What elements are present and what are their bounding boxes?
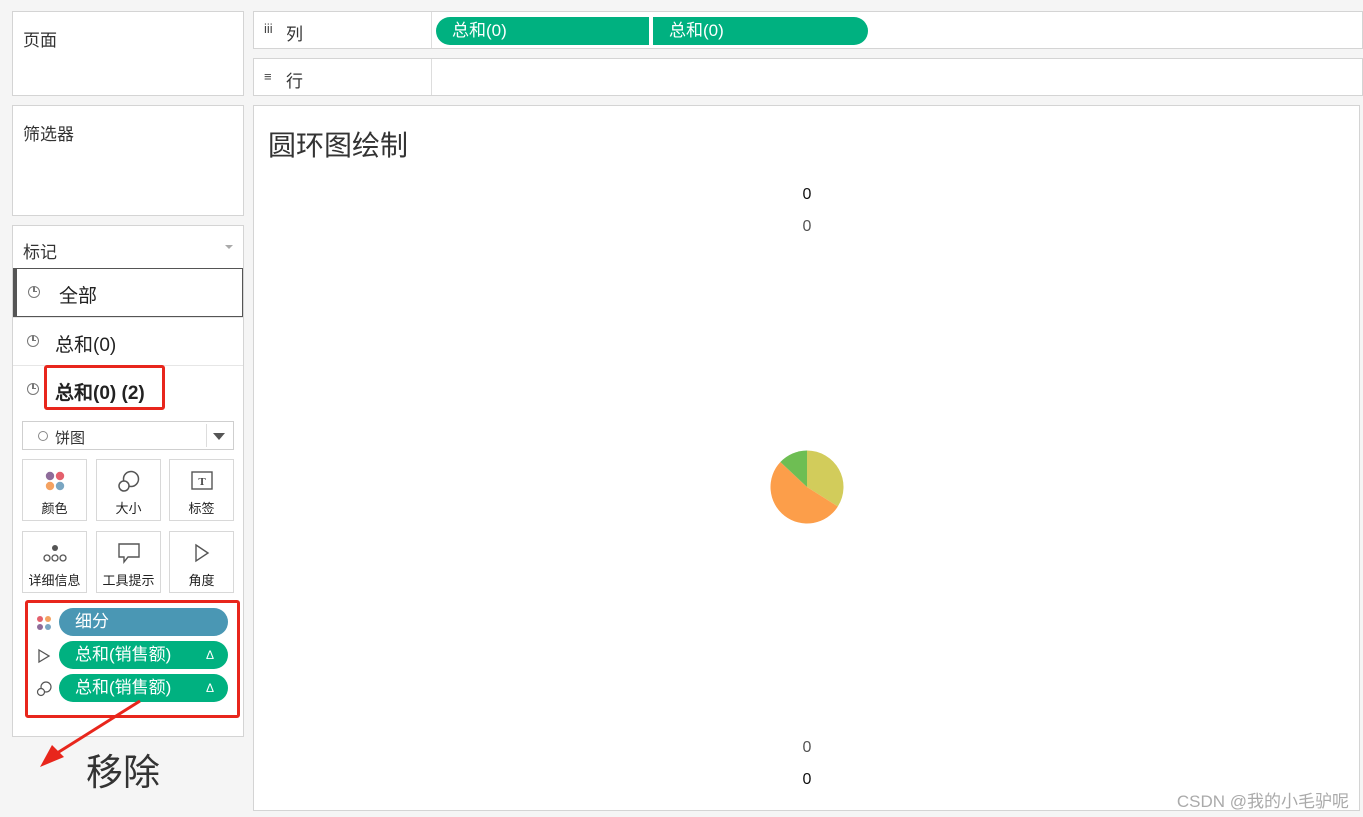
tooltip-tile-label: 工具提示: [102, 573, 155, 588]
watermark: CSDN @我的小毛驴呢: [1176, 792, 1349, 811]
marks-row-all[interactable]: 全部: [13, 268, 243, 317]
columns-label: 列: [286, 25, 303, 44]
chevron-down-icon[interactable]: [213, 433, 225, 440]
marks-menu-caret-icon[interactable]: [225, 245, 233, 249]
view-canvas[interactable]: 圆环图绘制 0 0 0 0: [253, 105, 1360, 811]
color-icon: [45, 471, 64, 491]
remove-annotation: 移除: [86, 752, 160, 793]
column-pill-sum-1[interactable]: 总和(0): [436, 17, 649, 45]
label-tile-label: 标签: [188, 501, 215, 516]
pages-card: 页面: [12, 11, 244, 96]
detail-icon: [42, 545, 67, 562]
size-tile-label: 大小: [115, 501, 142, 516]
tooltip-tile[interactable]: 工具提示: [96, 531, 161, 593]
rows-icon: ≡: [264, 69, 272, 84]
filters-card-title: 筛选器: [23, 125, 74, 144]
angle-tile[interactable]: 角度: [169, 531, 234, 593]
rows-shelf-label: ≡ 行: [254, 59, 432, 95]
pie-icon: [27, 383, 39, 395]
pie-icon: [28, 286, 40, 298]
pie-icon: [27, 335, 39, 347]
label-tile[interactable]: T 标签: [169, 459, 234, 521]
marks-card-title: 标记: [23, 243, 57, 262]
filters-card[interactable]: 筛选器: [12, 105, 244, 216]
pill-label: 总和(0): [669, 21, 724, 40]
marks-row-label: 全部: [59, 286, 98, 307]
label-icon: T: [190, 471, 213, 490]
svg-text:T: T: [198, 476, 206, 488]
pie-chart[interactable]: [769, 449, 845, 525]
mark-type-value: 饼图: [55, 430, 86, 447]
tooltip-icon: [117, 543, 140, 564]
mark-type-select[interactable]: 饼图: [22, 421, 234, 450]
color-tile-label: 颜色: [41, 501, 68, 516]
angle-tile-label: 角度: [188, 573, 215, 588]
rows-shelf[interactable]: ≡ 行: [253, 58, 1363, 96]
angle-icon: [194, 543, 209, 563]
marks-row-sum-1[interactable]: 总和(0): [13, 317, 243, 365]
bottom-label-1: 0: [802, 739, 812, 756]
top-label-1: 0: [802, 186, 812, 203]
columns-shelf-label: iii 列: [254, 12, 432, 48]
select-divider: [206, 424, 207, 447]
detail-tile[interactable]: 详细信息: [22, 531, 87, 593]
rows-label: 行: [286, 72, 303, 91]
size-tile[interactable]: 大小: [96, 459, 161, 521]
marks-row-label: 总和(0): [55, 335, 117, 356]
detail-tile-label: 详细信息: [28, 573, 81, 588]
bottom-label-2: 0: [802, 771, 812, 788]
size-icon: [117, 470, 139, 492]
column-pill-sum-2[interactable]: 总和(0): [653, 17, 868, 45]
view-title: 圆环图绘制: [268, 130, 409, 161]
top-label-2: 0: [802, 218, 812, 235]
columns-icon: iii: [264, 21, 273, 36]
highlight-box-marks-row: [44, 365, 165, 410]
color-tile[interactable]: 颜色: [22, 459, 87, 521]
pie-icon: [38, 431, 48, 441]
pill-label: 总和(0): [452, 21, 507, 40]
pages-card-title: 页面: [23, 31, 57, 50]
columns-shelf[interactable]: iii 列 总和(0) 总和(0): [253, 11, 1363, 49]
